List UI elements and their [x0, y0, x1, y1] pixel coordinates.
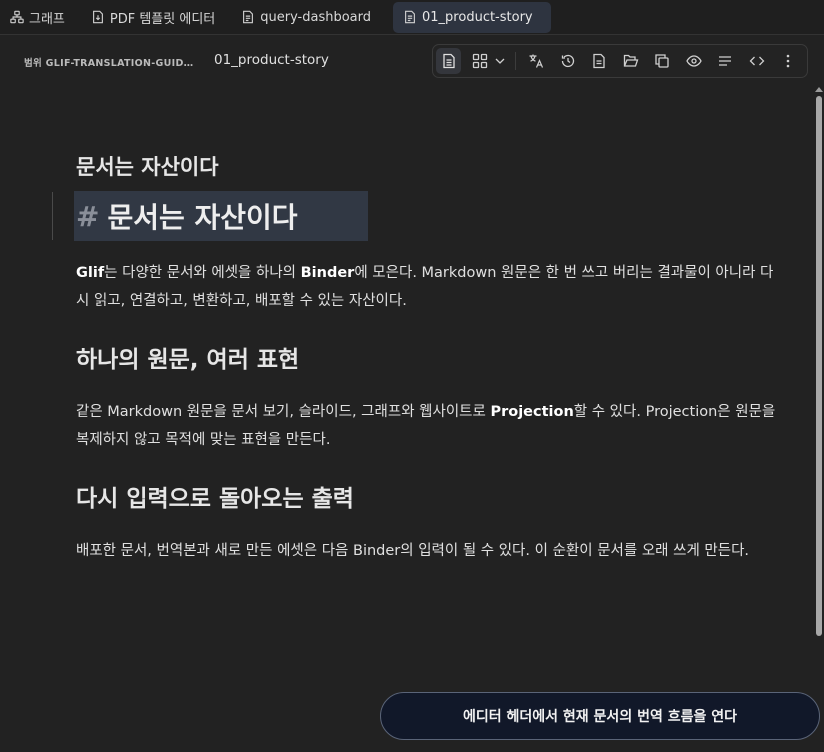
- eye-icon: [686, 55, 702, 67]
- more-options-button[interactable]: [776, 48, 801, 74]
- grid-view-icon: [473, 53, 488, 69]
- tab-query-dashboard[interactable]: query-dashboard: [237, 2, 381, 33]
- history-button[interactable]: [555, 48, 580, 74]
- bold-text: Projection: [490, 404, 574, 420]
- tab-label: 01_product-story: [422, 9, 533, 25]
- tab-bar: 그래프 PDF 템플릿 에디터 query-dashboard 01_produ…: [0, 0, 824, 35]
- editor-toolbar: [432, 44, 808, 78]
- bold-text: Glif: [76, 265, 105, 281]
- editor-header: 범위 GLIF-TRANSLATION-GUID… 01_product-sto…: [0, 36, 824, 84]
- paragraph-1[interactable]: Glif는 다양한 문서와 에셋을 하나의 Binder에 모은다. Markd…: [76, 259, 776, 315]
- tab-graph[interactable]: 그래프: [6, 2, 75, 33]
- open-folder-button[interactable]: [618, 48, 643, 74]
- chevron-down-icon: [495, 58, 505, 64]
- tab-01-product-story[interactable]: 01_product-story: [393, 1, 551, 33]
- document-view-icon: [443, 53, 455, 69]
- view-mode-dropdown[interactable]: [493, 48, 507, 74]
- document-icon: [243, 10, 254, 24]
- grid-view-button[interactable]: [467, 48, 492, 74]
- tab-pdf-template-editor[interactable]: PDF 템플릿 에디터: [87, 2, 225, 33]
- heading-1: 문서는 자산이다: [107, 201, 298, 234]
- scroll-up-arrow-icon[interactable]: [815, 87, 823, 92]
- tab-label: PDF 템플릿 에디터: [109, 11, 216, 27]
- heading-2: 하나의 원문, 여러 표현: [76, 347, 300, 373]
- preview-button[interactable]: [681, 48, 706, 74]
- source-code-button[interactable]: [744, 48, 769, 74]
- file-text-icon: [593, 53, 606, 69]
- align-lines-icon: [719, 56, 732, 66]
- file-text-button[interactable]: [587, 48, 612, 74]
- translate-icon: [529, 54, 544, 68]
- tab-label: 그래프: [29, 11, 65, 27]
- pdf-file-icon: [92, 10, 103, 24]
- heading-editor-line[interactable]: # 문서는 자산이다: [74, 191, 368, 241]
- code-icon: [749, 56, 765, 66]
- translation-flow-cta-button[interactable]: 에디터 헤더에서 현재 문서의 번역 흐름을 연다: [380, 692, 820, 740]
- outline-button[interactable]: [713, 48, 738, 74]
- graph-icon: [10, 10, 24, 24]
- scrollbar-thumb[interactable]: [816, 96, 822, 636]
- tab-label: query-dashboard: [260, 9, 372, 25]
- section-title: 문서는 자산이다: [76, 155, 219, 179]
- heading-2: 다시 입력으로 돌아오는 출력: [76, 486, 354, 512]
- breadcrumb[interactable]: 범위 GLIF-TRANSLATION-GUID…: [24, 55, 193, 69]
- document-view-button[interactable]: [436, 48, 462, 74]
- copy-icon: [655, 54, 669, 68]
- paragraph-3[interactable]: 배포한 문서, 번역본과 새로 만든 에셋은 다음 Binder의 입력이 될 …: [76, 537, 776, 565]
- editing-gutter-line: [52, 192, 53, 240]
- history-icon: [561, 54, 575, 68]
- document-title: 01_product-story: [214, 52, 329, 68]
- folder-open-icon: [623, 54, 639, 67]
- markdown-hash-marker: #: [76, 199, 100, 233]
- paragraph-2[interactable]: 같은 Markdown 원문을 문서 보기, 슬라이드, 그래프와 웹사이트로 …: [76, 398, 776, 454]
- bold-text: Binder: [300, 265, 355, 281]
- translate-button[interactable]: [524, 48, 549, 74]
- more-vertical-icon: [786, 54, 790, 68]
- document-icon: [405, 10, 415, 24]
- copy-button[interactable]: [650, 48, 675, 74]
- toolbar-divider: [514, 52, 516, 70]
